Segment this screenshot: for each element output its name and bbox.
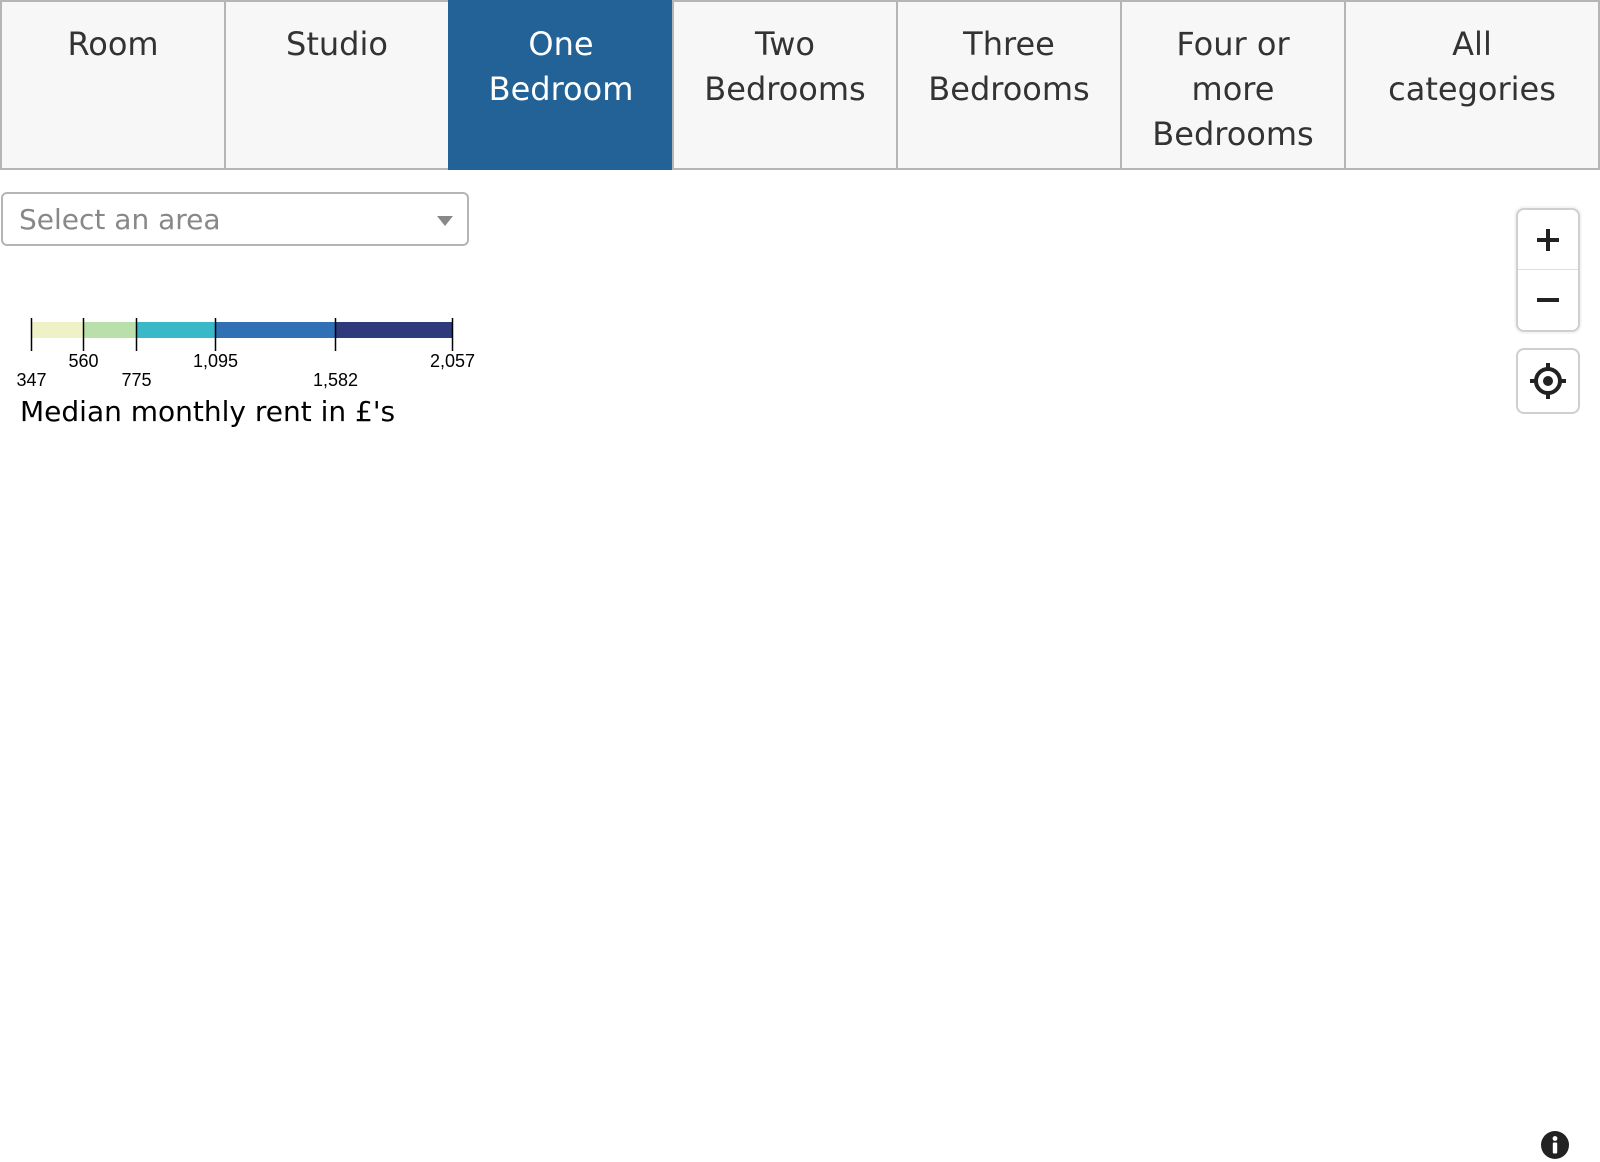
legend-scale: 347 560 775 1,095 1,582 2,057 <box>16 318 475 390</box>
tab-three-bedrooms[interactable]: Three Bedrooms <box>896 0 1122 170</box>
legend-tick-label: 1,095 <box>193 351 238 371</box>
minus-icon <box>1537 297 1559 302</box>
info-icon[interactable] <box>1540 1130 1570 1160</box>
zoom-out-button[interactable] <box>1518 270 1578 329</box>
tab-label: Three Bedrooms <box>928 25 1090 108</box>
legend-swatch <box>136 322 216 338</box>
tab-label: All categories <box>1388 25 1556 108</box>
zoom-control <box>1516 208 1580 332</box>
legend-swatch <box>31 322 84 338</box>
map-legend: 347 560 775 1,095 1,582 2,057 Median monthly … <box>0 300 500 440</box>
tab-room[interactable]: Room <box>0 0 226 170</box>
plus-icon <box>1537 228 1559 251</box>
area-select[interactable]: Select an area <box>1 192 469 246</box>
legend-tick-label: 1,582 <box>313 370 358 390</box>
legend-title: Median monthly rent in £'s <box>20 395 396 428</box>
tab-studio[interactable]: Studio <box>224 0 450 170</box>
map-page: Room Studio One Bedroom Two Bedrooms Three… <box>0 0 1600 1162</box>
legend-tick-label: 2,057 <box>430 351 475 371</box>
tab-label: Two Bedrooms <box>704 25 866 108</box>
tab-all-categories[interactable]: All categories <box>1344 0 1600 170</box>
chevron-down-icon <box>437 216 453 226</box>
legend-swatch <box>215 322 336 338</box>
zoom-in-button[interactable] <box>1518 210 1578 270</box>
crosshair-icon <box>1530 363 1566 399</box>
tab-label: Four or more Bedrooms <box>1152 25 1314 153</box>
tab-label: One Bedroom <box>488 25 634 108</box>
legend-swatch <box>83 322 137 338</box>
category-tabs: Room Studio One Bedroom Two Bedrooms Three… <box>0 0 1600 170</box>
tab-label: Studio <box>286 25 388 63</box>
area-select-placeholder: Select an area <box>19 203 221 236</box>
legend-tick-label: 347 <box>16 370 46 390</box>
legend-swatch <box>335 322 452 338</box>
legend-tick-label: 775 <box>121 370 151 390</box>
tab-label: Room <box>67 25 159 63</box>
tab-two-bedrooms[interactable]: Two Bedrooms <box>672 0 898 170</box>
tab-four-or-more-bedrooms[interactable]: Four or more Bedrooms <box>1120 0 1346 170</box>
tab-one-bedroom[interactable]: One Bedroom <box>448 0 674 170</box>
legend-tick-label: 560 <box>68 351 98 371</box>
locate-button[interactable] <box>1516 348 1580 414</box>
